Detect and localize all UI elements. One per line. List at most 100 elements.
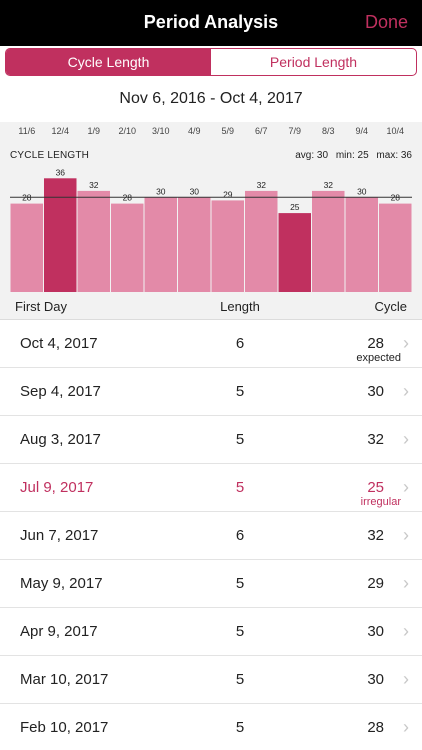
- done-button[interactable]: Done: [365, 12, 408, 33]
- page-title: Period Analysis: [143, 12, 279, 32]
- month-tick-label: 6/7: [255, 126, 268, 136]
- row-length: 5: [235, 431, 245, 448]
- row-date: Mar 10, 2017: [20, 671, 109, 688]
- row-length: 5: [235, 623, 245, 640]
- row-date: Oct 4, 2017: [20, 335, 98, 352]
- bar-value-label: 32: [324, 180, 334, 190]
- month-tick-label: 11/6: [18, 126, 36, 136]
- row-date: May 9, 2017: [20, 575, 103, 592]
- chevron-right-icon: ›: [403, 573, 409, 593]
- stat-min: min: 25: [335, 150, 369, 161]
- bar-value-label: 32: [257, 180, 267, 190]
- segmented-control: Cycle Length Period Length: [5, 48, 417, 76]
- month-tick-label: 3/10: [152, 126, 170, 136]
- row-length: 5: [235, 479, 245, 496]
- row-cycle: 29: [367, 575, 384, 592]
- row-cycle: 25: [367, 479, 384, 496]
- bar-value-label: 30: [357, 186, 367, 196]
- chart-bar: [10, 203, 43, 292]
- bar-value-label: 32: [89, 180, 99, 190]
- list-item[interactable]: Feb 10, 2017 5 28 ›: [0, 704, 422, 750]
- header-cycle: Cycle: [374, 299, 407, 314]
- tab-cycle-length[interactable]: Cycle Length: [6, 49, 211, 75]
- row-length: 5: [235, 719, 245, 736]
- chart-bar: [44, 178, 77, 292]
- chevron-right-icon: ›: [403, 381, 409, 401]
- row-date: Aug 3, 2017: [20, 431, 101, 448]
- row-date: Apr 9, 2017: [20, 623, 98, 640]
- row-length: 5: [235, 671, 245, 688]
- stat-avg: avg: 30: [295, 150, 329, 161]
- list-item[interactable]: Jun 7, 2017 6 32 ›: [0, 512, 422, 560]
- chart-bar: [77, 190, 110, 292]
- row-cycle: 30: [367, 671, 384, 688]
- list-item[interactable]: Sep 4, 2017 5 30 ›: [0, 368, 422, 416]
- row-length: 5: [235, 383, 245, 400]
- nav-bar: Period Analysis Done: [0, 0, 422, 46]
- row-cycle: 30: [367, 623, 384, 640]
- date-range: Nov 6, 2016 - Oct 4, 2017: [119, 90, 303, 107]
- chart-bar: [278, 213, 311, 292]
- row-cycle: 32: [367, 527, 384, 544]
- header-first-day: First Day: [15, 299, 67, 314]
- list-item[interactable]: Jul 9, 2017 5 25 irregular ›: [0, 464, 422, 512]
- month-tick-label: 8/3: [322, 126, 335, 136]
- chart-bar: [245, 190, 278, 292]
- list-item[interactable]: Oct 4, 2017 6 28 expected ›: [0, 320, 422, 368]
- bar-value-label: 30: [156, 186, 166, 196]
- month-axis: 11/6 12/4 1/9 2/10 3/10 4/9 5/9 6/7 7/9 8/3 9/4 10/…: [0, 122, 422, 142]
- cycle-chart-svg: 2836322830 30 293225323028: [10, 167, 412, 292]
- row-cycle: 28: [367, 719, 384, 736]
- list-item[interactable]: Aug 3, 2017 5 32 ›: [0, 416, 422, 464]
- month-tick-label: 12/4: [51, 126, 70, 136]
- chevron-right-icon: ›: [403, 429, 409, 449]
- row-note: expected: [356, 352, 401, 364]
- chart-title: CYCLE LENGTH: [10, 150, 90, 161]
- row-cycle: 30: [367, 383, 384, 400]
- chart-bar: [178, 197, 211, 292]
- month-tick-label: 5/9: [221, 126, 235, 136]
- row-date: Sep 4, 2017: [20, 383, 101, 400]
- cycle-list: Oct 4, 2017 6 28 expected › Sep 4, 2017 …: [0, 320, 422, 750]
- chart-bar: [312, 190, 345, 292]
- list-item[interactable]: Mar 10, 2017 5 30 ›: [0, 656, 422, 704]
- chart-bar: [345, 197, 378, 292]
- cycle-chart: 28 36 32 28 30 30 29 32 25 32 30 28 CYCLE LENGTH av…: [0, 142, 422, 294]
- month-tick-label: 7/9: [288, 126, 302, 136]
- month-tick-label: 1/9: [87, 126, 101, 136]
- chart-bar: [111, 203, 144, 292]
- bar-value-label: 25: [290, 202, 300, 212]
- row-date: Feb 10, 2017: [20, 719, 109, 736]
- month-tick-label: 4/9: [188, 126, 201, 136]
- chevron-right-icon: ›: [403, 525, 409, 545]
- row-length: 6: [235, 527, 245, 544]
- month-tick-label: 10/4: [386, 126, 405, 136]
- month-tick-label: 9/4: [355, 126, 369, 136]
- row-date: Jul 9, 2017: [20, 479, 94, 496]
- stat-max: max: 36: [376, 150, 412, 161]
- month-tick-label: 2/10: [118, 126, 137, 136]
- chevron-right-icon: ›: [403, 477, 409, 497]
- chevron-right-icon: ›: [403, 333, 409, 353]
- bar-value-label: 36: [56, 167, 66, 177]
- chart-bar: [144, 197, 177, 292]
- chevron-right-icon: ›: [403, 669, 409, 689]
- chevron-right-icon: ›: [403, 717, 409, 737]
- header-length: Length: [220, 299, 260, 314]
- chart-stats: avg: 30 min: 25 max: 36: [290, 150, 412, 161]
- bar-value-label: 29: [223, 189, 233, 199]
- row-cycle: 28: [367, 335, 384, 352]
- list-item[interactable]: May 9, 2017 5 29 ›: [0, 560, 422, 608]
- row-length: 5: [235, 575, 245, 592]
- chart-bar: [379, 203, 412, 292]
- chevron-right-icon: ›: [403, 621, 409, 641]
- row-note: irregular: [360, 496, 401, 508]
- list-item[interactable]: Apr 9, 2017 5 30 ›: [0, 608, 422, 656]
- row-cycle: 32: [367, 431, 384, 448]
- row-length: 6: [235, 335, 245, 352]
- bar-value-label: 30: [190, 186, 200, 196]
- row-date: Jun 7, 2017: [20, 527, 99, 544]
- tab-period-length[interactable]: Period Length: [211, 49, 416, 75]
- chart-bar: [211, 200, 244, 292]
- list-header: First Day Length Cycle: [0, 294, 422, 320]
